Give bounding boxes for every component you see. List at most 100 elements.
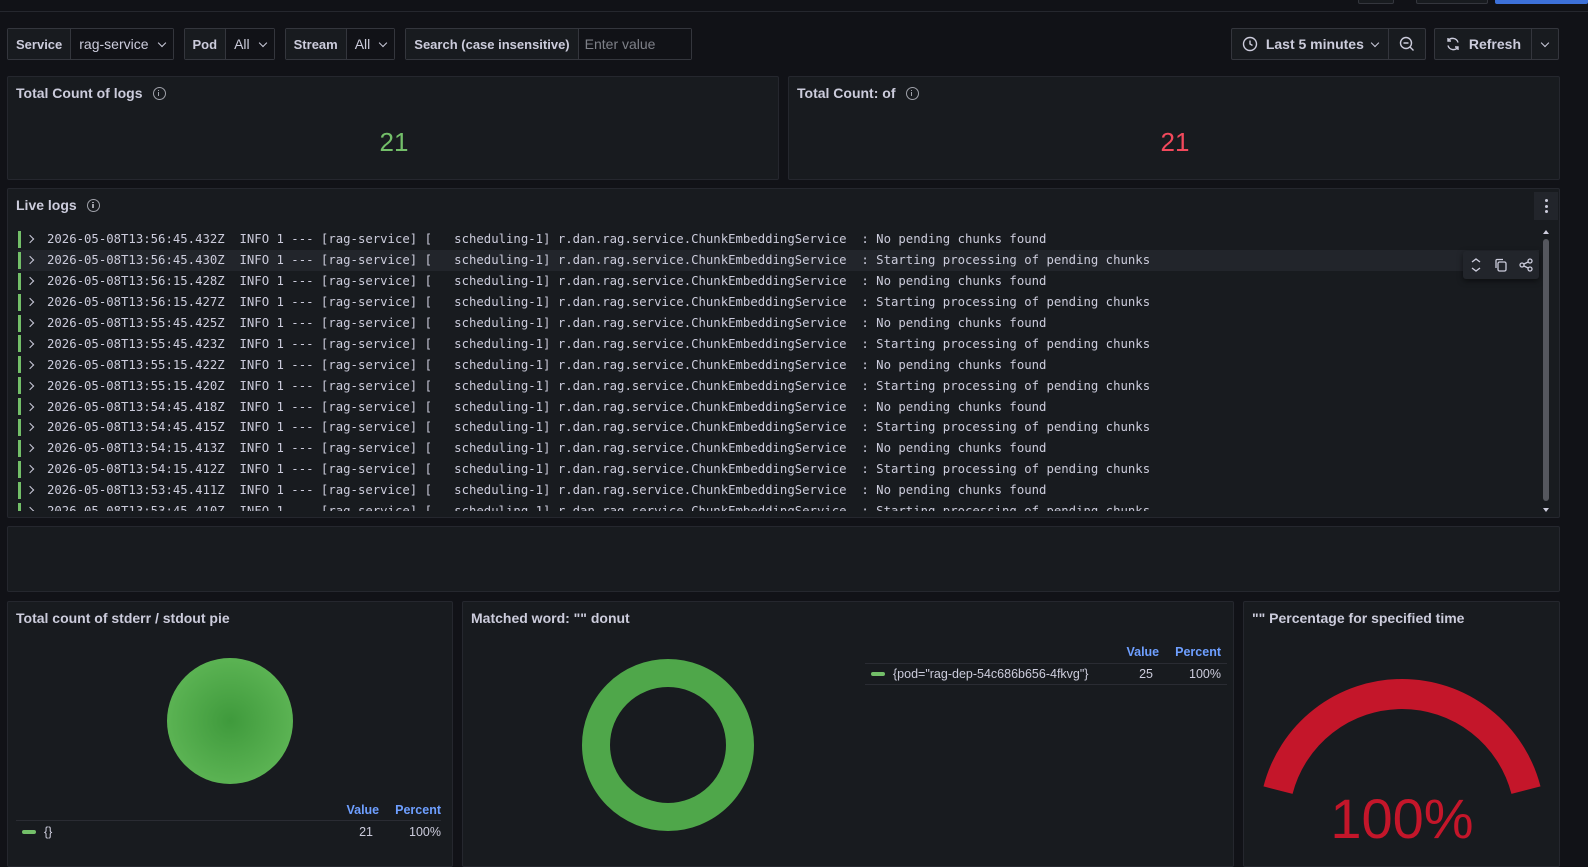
legend-header-percent[interactable]: Percent bbox=[1175, 645, 1221, 659]
log-list[interactable]: 2026-05-08T13:56:45.432Z INFO 1 --- [rag… bbox=[18, 229, 1539, 511]
stat-value: 21 bbox=[1160, 127, 1190, 157]
log-row[interactable]: 2026-05-08T13:53:45.410Z INFO 1 --- [rag… bbox=[18, 501, 1539, 511]
total-count-panel: Total Count of logs 21 bbox=[7, 76, 779, 180]
log-scrollbar[interactable] bbox=[1543, 230, 1549, 512]
log-row[interactable]: 2026-05-08T13:54:45.415Z INFO 1 --- [rag… bbox=[18, 417, 1539, 438]
service-variable[interactable]: Service rag-service bbox=[7, 28, 174, 60]
variable-select[interactable]: All bbox=[226, 29, 274, 59]
log-row[interactable]: 2026-05-08T13:55:15.420Z INFO 1 --- [rag… bbox=[18, 375, 1539, 396]
info-icon[interactable] bbox=[86, 198, 100, 212]
log-row-actions bbox=[1463, 251, 1539, 279]
chevron-right-icon[interactable] bbox=[25, 444, 35, 453]
chevron-right-icon[interactable] bbox=[25, 423, 35, 432]
pod-variable[interactable]: Pod All bbox=[183, 28, 275, 60]
save-dashboard-button[interactable] bbox=[1495, 0, 1588, 4]
chevron-right-icon[interactable] bbox=[25, 297, 35, 307]
chevron-right-icon[interactable] bbox=[25, 318, 35, 328]
legend-value: 21 bbox=[359, 825, 373, 839]
log-line-text: 2026-05-08T13:56:45.432Z INFO 1 --- [rag… bbox=[47, 232, 1047, 247]
chevron-right-icon[interactable] bbox=[25, 485, 35, 495]
time-range-picker[interactable]: Last 5 minutes bbox=[1232, 29, 1388, 59]
panel-title: Total count of stderr / stdout pie bbox=[16, 610, 230, 626]
log-row[interactable]: 2026-05-08T13:55:45.423Z INFO 1 --- [rag… bbox=[18, 333, 1539, 354]
legend-header-percent[interactable]: Percent bbox=[395, 803, 441, 817]
top-nav-strip bbox=[0, 0, 1588, 12]
panel-title-text: Total Count of logs bbox=[16, 85, 143, 101]
info-icon[interactable] bbox=[152, 86, 166, 100]
log-line-text: 2026-05-08T13:56:15.428Z INFO 1 --- [rag… bbox=[47, 274, 1047, 289]
legend-header-value[interactable]: Value bbox=[346, 803, 379, 817]
legend-swatch bbox=[22, 830, 36, 834]
toolbar-button[interactable] bbox=[1416, 0, 1488, 4]
chevron-right-icon[interactable] bbox=[25, 235, 35, 244]
chevron-right-icon[interactable] bbox=[25, 506, 35, 511]
info-icon[interactable] bbox=[905, 86, 919, 100]
donut-panel: Matched word: "" donut Value Percent {pod… bbox=[462, 601, 1234, 867]
log-row[interactable]: 2026-05-08T13:54:15.413Z INFO 1 --- [rag… bbox=[18, 438, 1539, 459]
variable-select[interactable]: All bbox=[346, 29, 395, 59]
chevron-right-icon[interactable] bbox=[25, 339, 35, 349]
variable-value: All bbox=[354, 36, 371, 52]
variable-value: rag-service bbox=[79, 36, 149, 52]
donut-legend: Value Percent {pod="rag-dep-54c686b656-4f… bbox=[865, 641, 1227, 685]
panel-title: "" Percentage for specified time bbox=[1252, 610, 1465, 626]
time-range-label: Last 5 minutes bbox=[1265, 36, 1364, 52]
log-row[interactable]: 2026-05-08T13:54:45.418Z INFO 1 --- [rag… bbox=[18, 396, 1539, 417]
log-row[interactable]: 2026-05-08T13:55:15.422Z INFO 1 --- [rag… bbox=[18, 354, 1539, 375]
scroll-down-icon bbox=[1543, 508, 1549, 512]
stat-value: 21 bbox=[379, 127, 409, 157]
share-icon[interactable] bbox=[1519, 258, 1533, 272]
log-row[interactable]: 2026-05-08T13:53:45.411Z INFO 1 --- [rag… bbox=[18, 480, 1539, 501]
log-row[interactable]: 2026-05-08T13:56:15.428Z INFO 1 --- [rag… bbox=[18, 271, 1539, 292]
log-level-indicator bbox=[18, 377, 21, 395]
toolbar-button[interactable] bbox=[1358, 0, 1394, 4]
refresh-icon bbox=[1447, 37, 1459, 51]
scroll-thumb[interactable] bbox=[1543, 239, 1549, 501]
refresh-label: Refresh bbox=[1468, 36, 1521, 52]
legend-row[interactable]: {} 21 100% bbox=[16, 821, 441, 843]
search-input[interactable] bbox=[578, 29, 691, 59]
copy-icon[interactable] bbox=[1494, 258, 1508, 272]
chevron-right-icon[interactable] bbox=[25, 256, 35, 265]
chevron-right-icon[interactable] bbox=[25, 402, 35, 411]
variable-select[interactable]: rag-service bbox=[71, 29, 173, 59]
log-line-text: 2026-05-08T13:54:15.412Z INFO 1 --- [rag… bbox=[47, 462, 1151, 477]
log-level-indicator bbox=[18, 251, 21, 269]
chevron-right-icon[interactable] bbox=[25, 464, 35, 474]
donut-slice[interactable] bbox=[582, 659, 754, 831]
log-line-text: 2026-05-08T13:54:45.415Z INFO 1 --- [rag… bbox=[47, 420, 1151, 435]
zoom-out-icon bbox=[1399, 36, 1414, 51]
log-row[interactable]: 2026-05-08T13:56:45.430Z INFO 1 --- [rag… bbox=[18, 249, 1539, 271]
log-row[interactable]: 2026-05-08T13:56:45.432Z INFO 1 --- [rag… bbox=[18, 229, 1539, 250]
zoom-out-button[interactable] bbox=[1387, 29, 1425, 59]
chevron-right-icon[interactable] bbox=[25, 360, 35, 370]
chevron-right-icon[interactable] bbox=[25, 276, 35, 286]
log-row[interactable]: 2026-05-08T13:56:15.427Z INFO 1 --- [rag… bbox=[18, 292, 1539, 313]
panel-title: Total Count of logs bbox=[16, 85, 166, 101]
refresh-button[interactable]: Refresh bbox=[1435, 29, 1531, 59]
live-logs-panel: Live logs 2026-05-08T13:56:45.432Z INFO … bbox=[7, 188, 1560, 518]
log-row[interactable]: 2026-05-08T13:54:15.412Z INFO 1 --- [rag… bbox=[18, 459, 1539, 480]
log-line-text: 2026-05-08T13:55:15.422Z INFO 1 --- [rag… bbox=[47, 357, 1047, 372]
chevron-right-icon[interactable] bbox=[25, 381, 35, 390]
legend-header-value[interactable]: Value bbox=[1126, 645, 1159, 659]
log-level-indicator bbox=[18, 230, 21, 248]
expand-icon[interactable] bbox=[1469, 257, 1483, 273]
pie-legend: Value Percent {} 21 100% bbox=[16, 799, 441, 843]
legend-row[interactable]: {pod="rag-dep-54c686b656-4fkvg"} 25 100% bbox=[865, 663, 1227, 685]
search-label: Search (case insensitive) bbox=[406, 29, 579, 59]
log-row[interactable]: 2026-05-08T13:55:45.425Z INFO 1 --- [rag… bbox=[18, 313, 1539, 334]
variable-bar: Service rag-service Pod All Stream All S… bbox=[7, 28, 692, 60]
legend-percent: 100% bbox=[409, 825, 441, 839]
refresh-interval-picker[interactable] bbox=[1531, 29, 1558, 59]
log-line-text: 2026-05-08T13:56:15.427Z INFO 1 --- [rag… bbox=[47, 295, 1151, 310]
pie-slice[interactable] bbox=[167, 658, 293, 784]
legend-swatch bbox=[871, 672, 885, 676]
pie-panel: Total count of stderr / stdout pie Value… bbox=[7, 601, 453, 867]
stream-variable[interactable]: Stream All bbox=[284, 28, 396, 60]
variable-label: Stream bbox=[285, 29, 347, 59]
panel-menu-button[interactable] bbox=[1534, 192, 1558, 220]
refresh-group: Refresh bbox=[1433, 28, 1559, 60]
log-level-indicator bbox=[18, 460, 21, 478]
panel-title: Live logs bbox=[16, 197, 100, 213]
